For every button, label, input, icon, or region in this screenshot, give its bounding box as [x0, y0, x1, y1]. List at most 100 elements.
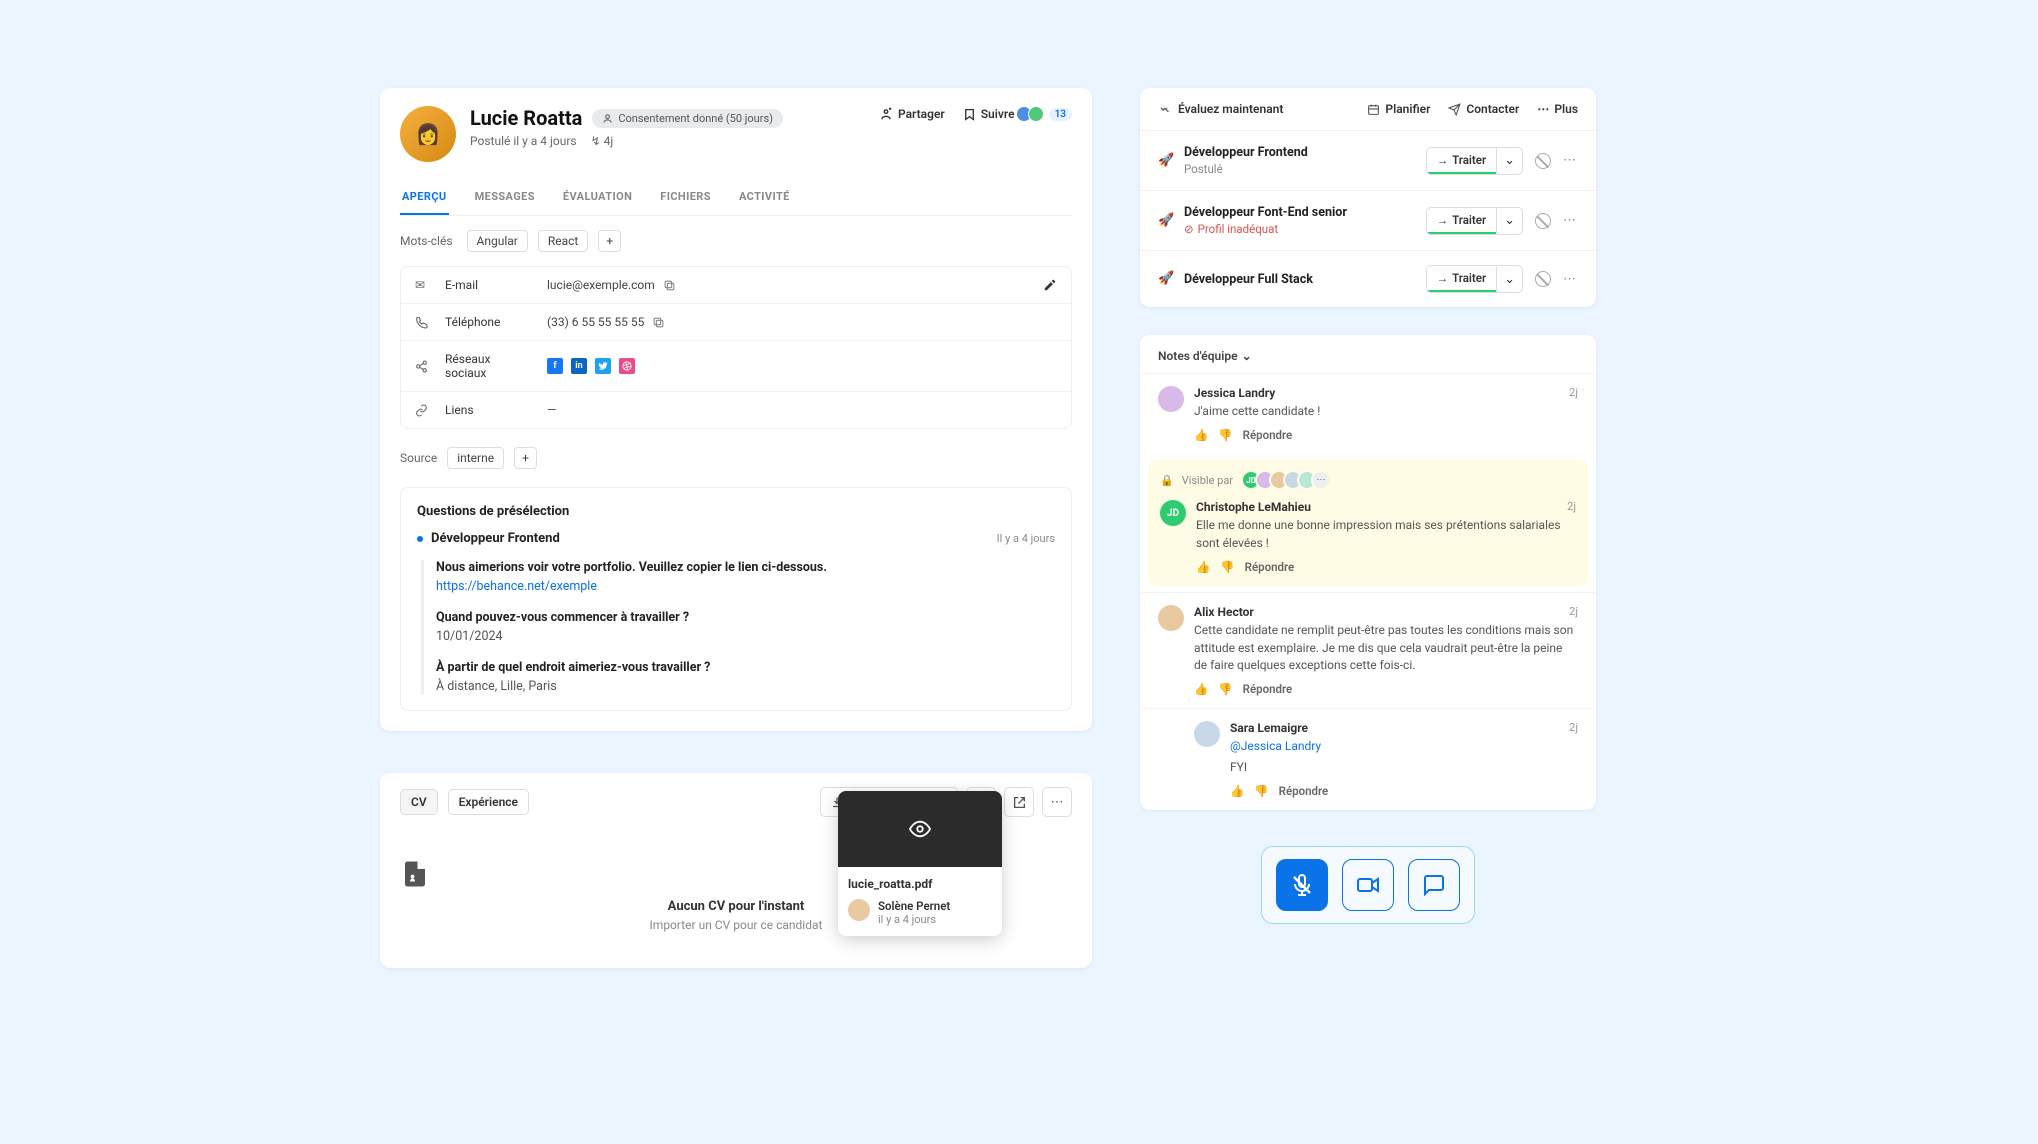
thumbs-down-icon[interactable]: 👎 [1254, 784, 1268, 798]
evaluation-card: Évaluez maintenant Planifier Contacter ⋯… [1140, 88, 1596, 307]
mute-button[interactable] [1276, 859, 1328, 911]
copy-icon[interactable] [663, 279, 676, 292]
twitter-icon[interactable] [595, 358, 611, 374]
evaluate-now-button[interactable]: Évaluez maintenant [1158, 102, 1283, 116]
days-badge: ↯ 4j [591, 134, 614, 148]
add-source-button[interactable]: + [514, 447, 537, 469]
candidate-card: 👩 Lucie Roatta Consentement donné (50 jo… [380, 88, 1092, 731]
process-button[interactable]: → Traiter⌄ [1426, 207, 1523, 235]
chevron-down-icon[interactable]: ⌄ [1496, 267, 1522, 292]
share-button[interactable]: Partager [879, 107, 945, 121]
link-icon [415, 404, 431, 417]
cv-preview-popup[interactable]: lucie_roatta.pdf Solène Pernet il y a 4 … [838, 791, 1002, 936]
chat-button[interactable] [1408, 859, 1460, 911]
block-icon[interactable] [1535, 271, 1551, 287]
tab-cv[interactable]: CV [400, 789, 438, 815]
keyword-chip[interactable]: React [538, 230, 589, 252]
mention-link[interactable]: @Jessica Landry [1230, 739, 1321, 753]
email-value: lucie@exemple.com [547, 278, 655, 292]
candidate-tabs: APERÇU MESSAGES ÉVALUATION FICHIERS ACTI… [400, 180, 1072, 216]
uploader-avatar [848, 899, 870, 921]
meeting-controls [1261, 846, 1475, 924]
chevron-down-icon[interactable]: ⌄ [1496, 148, 1522, 173]
thumbs-up-icon[interactable]: 👍 [1230, 784, 1244, 798]
source-chip[interactable]: interne [447, 447, 504, 469]
cv-card: CV Expérience Importer un fichier ⋯ [380, 773, 1092, 968]
chevron-down-icon[interactable]: ⌄ [1496, 208, 1522, 233]
thumbs-down-icon[interactable]: 👎 [1218, 428, 1232, 442]
thumbs-up-icon[interactable]: 👍 [1194, 428, 1208, 442]
reply-button[interactable]: Répondre [1243, 428, 1293, 442]
more-icon[interactable]: ⋯ [1042, 787, 1072, 817]
reply-button[interactable]: Répondre [1279, 784, 1329, 798]
plan-button[interactable]: Planifier [1367, 102, 1430, 116]
thumbs-down-icon[interactable]: 👎 [1218, 682, 1232, 696]
reply-button[interactable]: Répondre [1245, 560, 1295, 574]
prescreen-job: Développeur Frontend [431, 531, 560, 546]
video-button[interactable] [1342, 859, 1394, 911]
source-row: Source interne + [380, 447, 1092, 487]
follow-button[interactable]: Suivre 13 [963, 106, 1072, 122]
process-button[interactable]: → Traiter⌄ [1426, 147, 1523, 175]
phone-icon [415, 316, 431, 329]
job-icon: 🚀 [1158, 271, 1174, 287]
warn-icon: ⊘ [1184, 222, 1194, 236]
more-icon[interactable]: ⋯ [1563, 153, 1578, 168]
thumbs-up-icon[interactable]: 👍 [1194, 682, 1208, 696]
block-icon[interactable] [1535, 153, 1551, 169]
more-button[interactable]: ⋯ Plus [1537, 102, 1578, 116]
linkedin-icon[interactable]: in [571, 358, 587, 374]
add-keyword-button[interactable]: + [598, 230, 621, 252]
applied-time: Postulé il y a 4 jours [470, 134, 577, 148]
block-icon[interactable] [1535, 213, 1551, 229]
more-icon[interactable]: ⋯ [1563, 213, 1578, 228]
dribbble-icon[interactable] [619, 358, 635, 374]
process-button[interactable]: → Traiter⌄ [1426, 265, 1523, 293]
prescreen-block: Questions de présélection Développeur Fr… [400, 487, 1072, 711]
chevron-down-icon: ⌄ [1242, 349, 1252, 363]
thumbs-down-icon[interactable]: 👎 [1220, 560, 1234, 574]
tab-messages[interactable]: MESSAGES [473, 180, 537, 215]
prescreen-time: Il y a 4 jours [997, 532, 1055, 545]
tab-files[interactable]: FICHIERS [658, 180, 713, 215]
notes-card: Notes d'équipe ⌄ 2j Jessica Landry J'aim… [1140, 335, 1596, 810]
edit-icon[interactable] [1043, 278, 1057, 292]
job-row: 🚀 Développeur Full Stack → Traiter⌄ ⋯ [1140, 250, 1596, 307]
thumbs-up-icon[interactable]: 👍 [1196, 560, 1210, 574]
job-icon: 🚀 [1158, 153, 1174, 169]
keywords-row: Mots-clés Angular React + [380, 216, 1092, 266]
open-external-icon[interactable] [1004, 787, 1034, 817]
tab-activity[interactable]: ACTIVITÉ [737, 180, 792, 215]
copy-icon[interactable] [652, 316, 665, 329]
note-item: 2j Jessica Landry J'aime cette candidate… [1140, 373, 1596, 454]
job-row: 🚀 Développeur Frontend Postulé → Traiter… [1140, 130, 1596, 190]
contact-button[interactable]: Contacter [1448, 102, 1519, 116]
tab-overview[interactable]: APERÇU [400, 180, 449, 215]
avatar [1158, 386, 1184, 412]
job-row: 🚀 Développeur Font-End senior ⊘ Profil i… [1140, 190, 1596, 250]
avatar [1158, 605, 1184, 631]
note-reply: 2j Sara Lemaigre @Jessica Landry FYI 👍 👎… [1140, 708, 1596, 810]
note-item: 2j Alix Hector Cette candidate ne rempli… [1140, 592, 1596, 708]
more-avatars[interactable]: ⋯ [1311, 470, 1331, 490]
avatar: JD [1160, 500, 1186, 526]
more-icon[interactable]: ⋯ [1563, 272, 1578, 287]
avatar [1194, 721, 1220, 747]
share-icon [415, 360, 431, 373]
notes-header[interactable]: Notes d'équipe ⌄ [1140, 335, 1596, 373]
email-icon: ✉ [415, 278, 431, 292]
links-value: — [547, 403, 1057, 417]
portfolio-link[interactable]: https://behance.net/exemple [436, 579, 1055, 594]
candidate-name: Lucie Roatta [470, 106, 582, 130]
tab-experience[interactable]: Expérience [448, 789, 529, 815]
tab-evaluation[interactable]: ÉVALUATION [561, 180, 634, 215]
reply-button[interactable]: Répondre [1243, 682, 1293, 696]
facebook-icon[interactable]: f [547, 358, 563, 374]
keyword-chip[interactable]: Angular [467, 230, 528, 252]
phone-value: (33) 6 55 55 55 55 [547, 315, 644, 329]
candidate-avatar[interactable]: 👩 [400, 106, 456, 162]
eye-icon [838, 791, 1002, 867]
contact-block: ✉ E-mail lucie@exemple.com Tél [400, 266, 1072, 429]
consent-badge[interactable]: Consentement donné (50 jours) [592, 109, 783, 128]
private-note: 🔒 Visible par JD ⋯ JD 2j Chr [1148, 460, 1588, 586]
